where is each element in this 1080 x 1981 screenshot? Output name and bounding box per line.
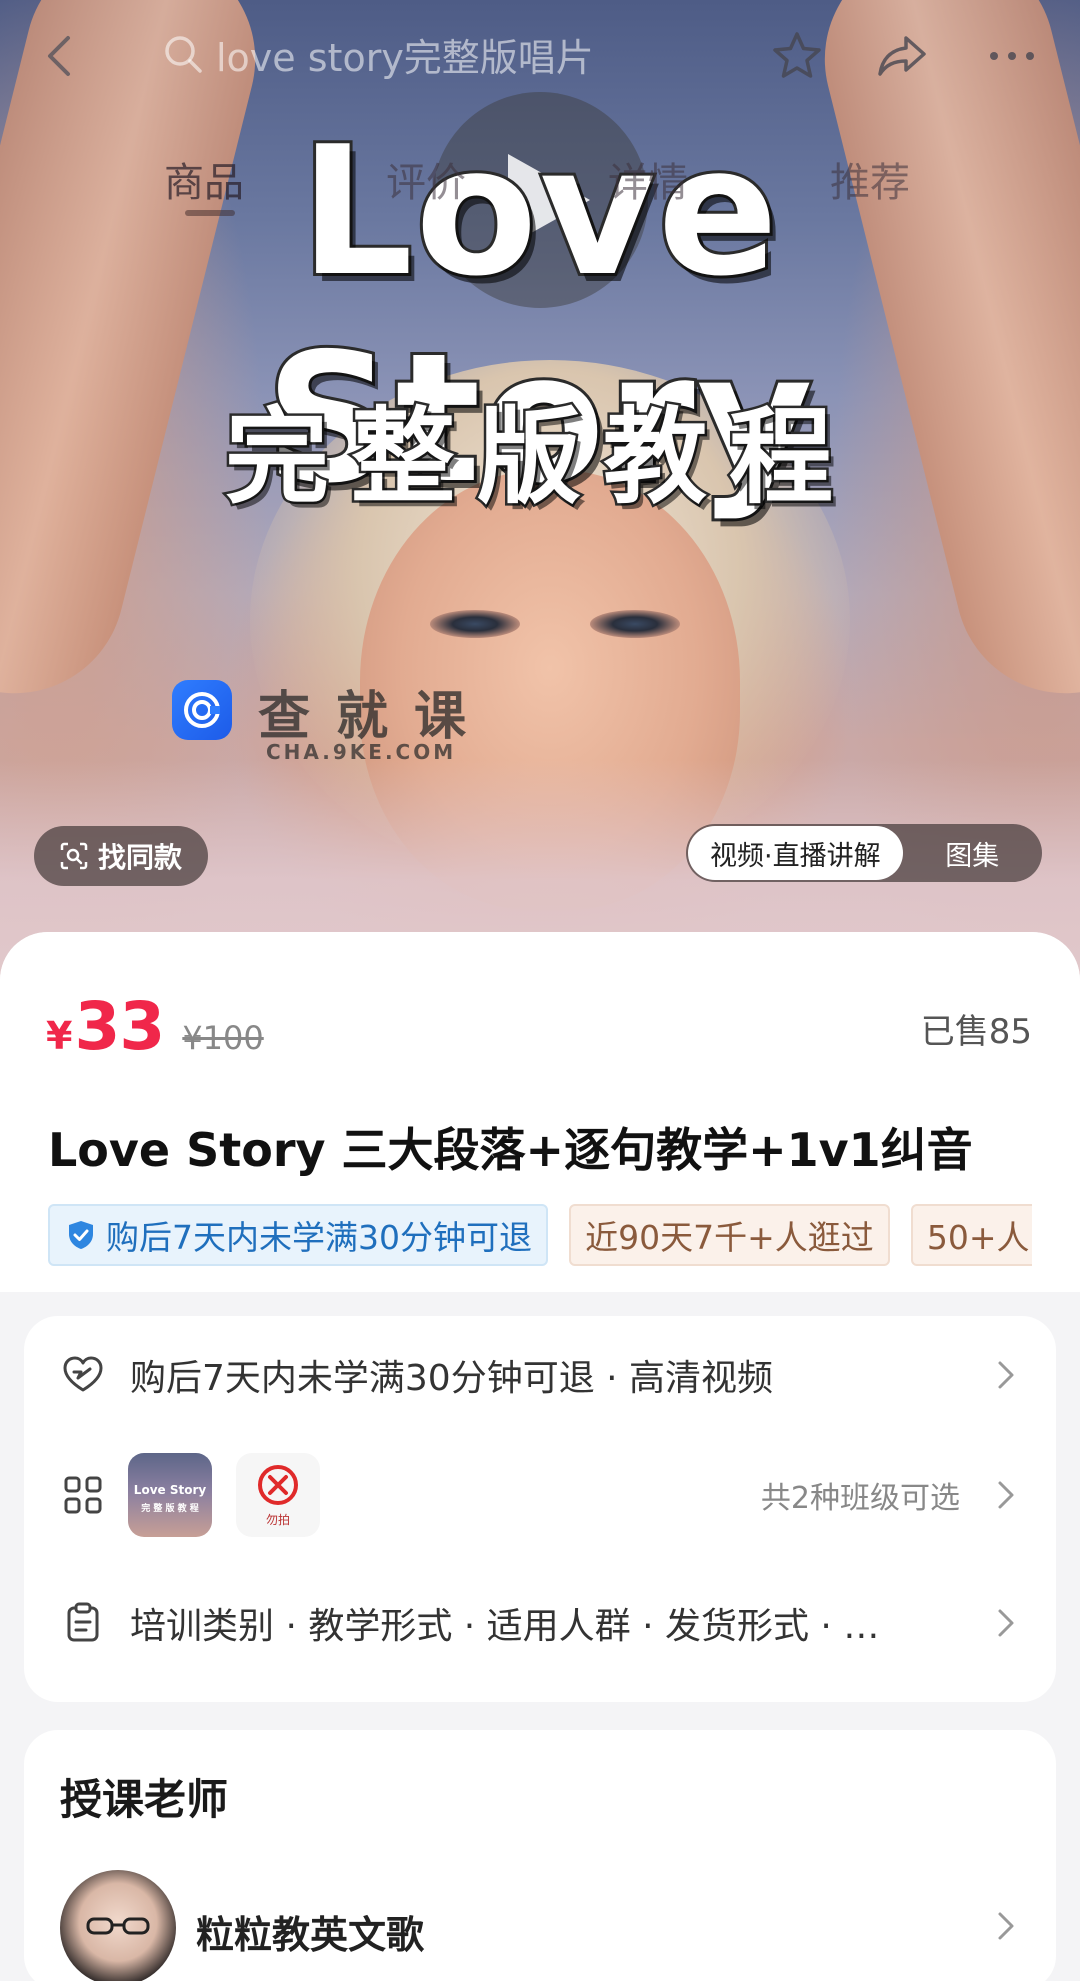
avatar-glasses [86, 1917, 150, 1935]
tab-reviews[interactable]: 评价 [386, 150, 466, 208]
tag-refund-label: 购后7天内未学满30分钟可退 [106, 1218, 532, 1257]
price-value: 33 [74, 988, 165, 1065]
refund-row[interactable]: 购后7天内未学满30分钟可退 · 高清视频 [24, 1330, 1056, 1420]
tab-goods[interactable]: 商品 [164, 150, 244, 208]
watermark-sub: CHA.9KE.COM [266, 740, 457, 764]
teacher-row[interactable]: 粒粒教英文歌 [24, 1870, 1056, 1981]
share-icon[interactable] [870, 24, 934, 88]
search-icon [165, 36, 202, 73]
sold-count: 已售85 [920, 1012, 1032, 1052]
no-photo-icon [258, 1465, 298, 1505]
product-title: Love Story 三大段落+逐句教学+1v1纠音 [48, 1123, 973, 1177]
hero-subtitle: 完整版教程 [222, 394, 855, 521]
teacher-heading: 授课老师 [60, 1775, 229, 1824]
class-thumb-1-title: Love Story [133, 1483, 207, 1497]
attributes-row[interactable]: 培训类别 · 教学形式 · 适用人群 · 发货形式 · … [24, 1578, 1056, 1668]
tag-visits[interactable]: 近90天7千+人逛过 [569, 1204, 890, 1266]
product-page: Love Story 完整版教程 查就课 CHA.9KE.COM love st… [0, 0, 1080, 1981]
price-currency: ¥ [46, 1014, 73, 1058]
search-text: love story完整版唱片 [216, 35, 594, 80]
attributes-text: 培训类别 · 教学形式 · 适用人群 · 发货形式 · … [130, 1606, 880, 1647]
find-same-label: 找同款 [98, 841, 183, 874]
tab-details[interactable]: 详情 [608, 150, 688, 208]
hero-eye-left [430, 610, 520, 638]
refund-text: 购后7天内未学满30分钟可退 · 高清视频 [130, 1358, 774, 1399]
hero-eye-right [590, 610, 680, 638]
shield-check-icon [69, 1221, 93, 1249]
content-sheet: ¥ 33 ¥100 已售85 Love Story 三大段落+逐句教学+1v1纠… [0, 932, 1080, 1981]
chevron-right-icon [998, 1361, 1014, 1389]
hero-image[interactable]: Love Story 完整版教程 查就课 CHA.9KE.COM love st… [0, 0, 1080, 990]
toggle-video-live[interactable]: 视频·直播讲解 [688, 826, 903, 880]
avatar[interactable] [60, 1870, 176, 1981]
class-options-row[interactable]: Love Story 完 整 版 教 程 勿拍 共2种班级可选 [24, 1442, 1056, 1548]
scan-search-icon [60, 842, 88, 870]
star-icon[interactable] [765, 24, 829, 88]
heart-shield-icon [63, 1356, 103, 1392]
find-same-button[interactable]: 找同款 [34, 826, 209, 886]
teacher-name: 粒粒教英文歌 [196, 1913, 425, 1957]
tag-refund[interactable]: 购后7天内未学满30分钟可退 [48, 1204, 548, 1266]
top-bar: love story完整版唱片 [0, 0, 1080, 110]
tab-recommend[interactable]: 推荐 [830, 150, 910, 208]
product-summary: ¥ 33 ¥100 已售85 Love Story 三大段落+逐句教学+1v1纠… [0, 932, 1080, 1292]
price-row: ¥ 33 ¥100 [46, 988, 264, 1065]
class-thumb-1-sub: 完 整 版 教 程 [141, 1504, 199, 1514]
tab-underline [185, 210, 235, 216]
toggle-gallery[interactable]: 图集 [903, 834, 1042, 873]
info-card: 购后7天内未学满30分钟可退 · 高清视频 Love Story 完 整 版 教… [24, 1316, 1056, 1702]
class-thumb-1[interactable]: Love Story 完 整 版 教 程 [128, 1453, 212, 1537]
class-count: 共2种班级可选 [760, 1481, 960, 1516]
search-input[interactable]: love story完整版唱片 [160, 22, 630, 86]
tag-more[interactable]: 50+人 [910, 1204, 1032, 1266]
media-toggle: 视频·直播讲解 图集 [686, 824, 1042, 882]
clipboard-icon [67, 1602, 99, 1642]
teacher-card: 授课老师 粒粒教英文歌 [24, 1730, 1056, 1981]
section-tabs: 商品 评价 详情 推荐 [0, 140, 1080, 220]
class-thumb-2[interactable]: 勿拍 [236, 1453, 320, 1537]
watermark-logo-icon [172, 680, 232, 740]
chevron-right-icon [998, 1481, 1014, 1509]
chevron-right-icon [998, 1609, 1014, 1637]
tag-list: 购后7天内未学满30分钟可退 近90天7千+人逛过 50+人 [48, 1204, 1032, 1268]
class-thumb-2-label: 勿拍 [265, 1513, 290, 1527]
watermark-text: 查就课 [258, 687, 493, 747]
original-price: ¥100 [182, 1019, 264, 1057]
back-arrow-icon[interactable] [30, 24, 94, 88]
grid-icon [64, 1476, 102, 1514]
chevron-right-icon [998, 1912, 1014, 1940]
more-icon[interactable] [980, 24, 1044, 88]
